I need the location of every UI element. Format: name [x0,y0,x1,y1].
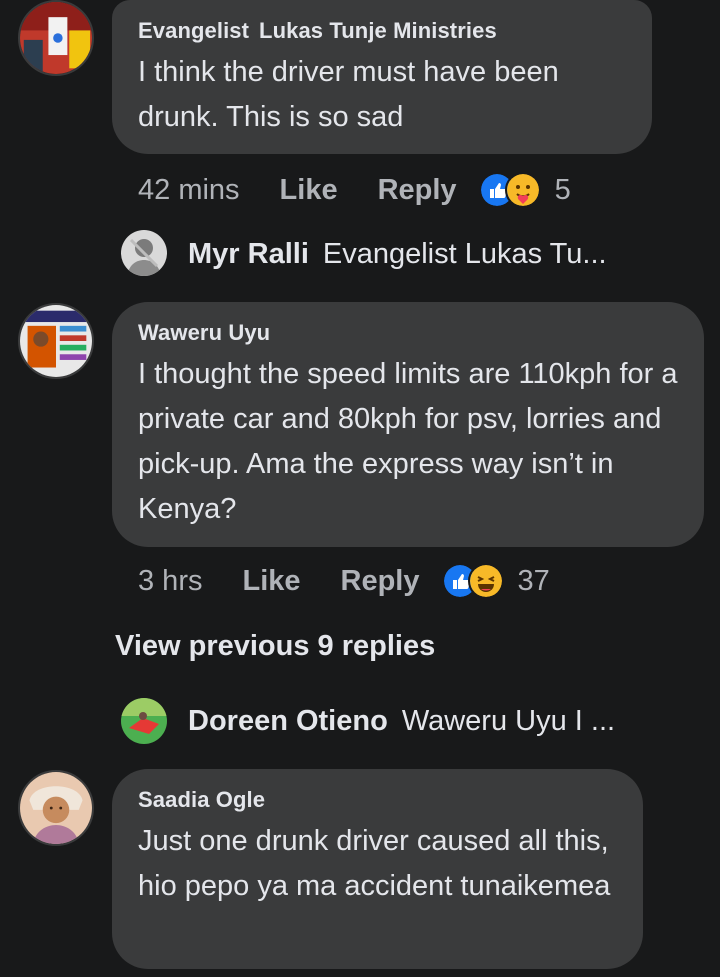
avatar[interactable] [18,303,94,379]
reply-avatar[interactable] [121,698,167,744]
reply-preview[interactable]: Myr Ralli Evangelist Lukas Tu... [188,238,607,271]
comment-bubble: Saadia Ogle Just one drunk driver caused… [112,769,643,969]
reaction-summary[interactable] [441,563,504,599]
view-previous-replies-link[interactable]: View previous 9 replies [115,630,435,663]
comment-actions: 3 hrs Like Reply 37 [138,563,550,599]
reply-author[interactable]: Myr Ralli [188,238,309,271]
comment-author[interactable]: Waweru Uyu [138,320,678,346]
comment-author[interactable]: Saadia Ogle [138,787,617,813]
reaction-count[interactable]: 5 [555,174,571,207]
reply-author[interactable]: Doreen Otieno [188,705,388,738]
reaction-count[interactable]: 37 [518,565,550,598]
avatar[interactable] [18,770,94,846]
care-reaction-icon [504,172,541,208]
reply-avatar[interactable] [121,230,167,276]
comment-time[interactable]: 42 mins [138,174,240,207]
comment-text: I thought the speed limits are 110kph fo… [138,358,678,525]
reply-snippet: Evangelist Lukas Tu... [322,238,607,270]
comment-text: Just one drunk driver caused all this, h… [138,825,611,902]
comment-time[interactable]: 3 hrs [138,565,202,598]
comment-text: I think the driver must have been drunk.… [138,56,559,133]
reply-button[interactable]: Reply [341,565,420,598]
comment-actions: 42 mins Like Reply 5 [138,172,571,208]
reply-button[interactable]: Reply [378,174,457,207]
like-button[interactable]: Like [242,565,300,598]
reaction-summary[interactable] [478,172,541,208]
comment-bubble: Evangelist Lukas Tunje Ministries I think… [112,0,652,154]
haha-reaction-icon [467,563,504,599]
avatar[interactable] [18,0,94,76]
reply-snippet: Waweru Uyu I ... [401,705,616,737]
like-button[interactable]: Like [280,174,338,207]
comment-author[interactable]: Evangelist Lukas Tunje Ministries [138,18,626,44]
comment-bubble: Waweru Uyu I thought the speed limits ar… [112,302,704,547]
reply-preview[interactable]: Doreen Otieno Waweru Uyu I ... [188,705,615,738]
